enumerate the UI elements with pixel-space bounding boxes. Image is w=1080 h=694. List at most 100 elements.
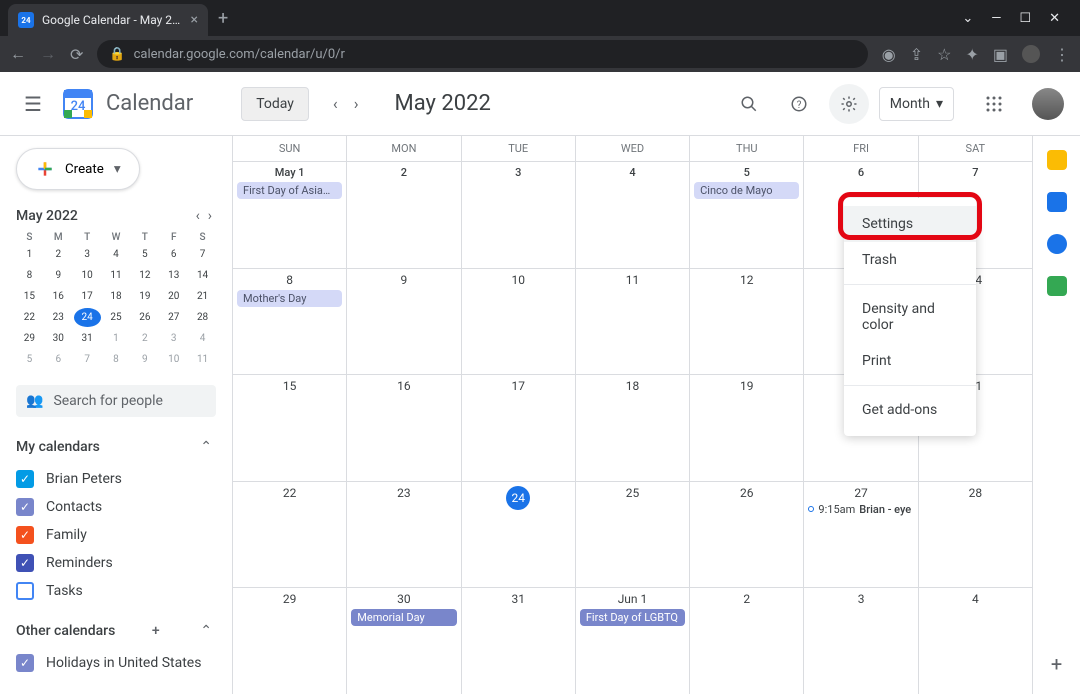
mini-day[interactable]: 4 [189,329,216,348]
search-people-input[interactable]: 👥 Search for people [16,385,216,417]
event-chip[interactable]: Cinco de Mayo [694,182,799,199]
mini-day[interactable]: 12 [131,266,158,285]
mini-day[interactable]: 30 [45,329,72,348]
today-button[interactable]: Today [241,87,309,121]
collapse-icon[interactable]: ⌃ [196,439,216,455]
day-cell[interactable]: 5Cinco de Mayo [689,162,803,268]
mini-day[interactable]: 13 [160,266,187,285]
mini-day[interactable]: 28 [189,308,216,327]
day-cell[interactable]: 26 [689,482,803,588]
mini-day[interactable]: 31 [74,329,101,348]
event-chip[interactable]: Mother's Day [237,290,342,307]
mini-day[interactable]: 25 [103,308,130,327]
day-cell[interactable]: 9 [346,269,460,375]
mini-day[interactable]: 21 [189,287,216,306]
mini-day[interactable]: 27 [160,308,187,327]
day-cell[interactable]: 4 [575,162,689,268]
mini-day[interactable]: 6 [45,350,72,369]
menu-item-print[interactable]: Print [844,343,976,379]
keep-icon[interactable] [1047,150,1067,170]
calendar-item[interactable]: ✓Family [16,521,216,549]
reload-button[interactable]: ⟳ [70,45,83,64]
day-cell[interactable]: 16 [346,375,460,481]
other-calendars-header[interactable]: Other calendars + ⌃ [16,623,216,639]
day-cell[interactable]: 3 [461,162,575,268]
menu-icon[interactable]: ⋮ [1054,45,1070,64]
create-button[interactable]: Create ▾ [16,148,140,190]
panel-icon[interactable]: ▣ [993,45,1008,64]
forward-button[interactable]: → [40,44,56,64]
day-cell[interactable]: 22 [232,482,346,588]
new-tab-button[interactable]: + [218,8,228,29]
mini-day[interactable]: 29 [16,329,43,348]
add-addon-button[interactable]: + [1051,652,1062,676]
mini-day[interactable]: 9 [45,266,72,285]
day-cell[interactable]: 18 [575,375,689,481]
day-cell[interactable]: 3 [803,588,917,694]
star-icon[interactable]: ☆ [937,45,951,64]
event-chip[interactable]: Memorial Day [351,609,456,626]
day-cell[interactable]: 28 [918,482,1032,588]
mini-day[interactable]: 1 [103,329,130,348]
event-chip[interactable]: First Day of LGBTQ [580,609,685,626]
tab-close-icon[interactable]: × [191,12,198,28]
checkbox[interactable]: ✓ [16,554,34,572]
add-calendar-button[interactable]: + [148,623,164,639]
day-cell[interactable]: 23 [346,482,460,588]
eye-icon[interactable]: ◉ [882,45,896,64]
next-month-button[interactable]: › [348,88,365,119]
mini-day[interactable]: 7 [189,245,216,264]
mini-day[interactable]: 6 [160,245,187,264]
google-apps-button[interactable] [974,84,1014,124]
mini-day[interactable]: 14 [189,266,216,285]
mini-day[interactable]: 11 [189,350,216,369]
calendar-item[interactable]: ✓Contacts [16,493,216,521]
day-cell[interactable]: 24 [461,482,575,588]
mini-day[interactable]: 7 [74,350,101,369]
calendar-item[interactable]: Tasks [16,577,216,605]
mini-day[interactable]: 3 [160,329,187,348]
main-menu-button[interactable]: ☰ [16,84,50,124]
back-button[interactable]: ← [10,44,26,64]
share-icon[interactable]: ⇪ [910,45,923,64]
day-cell[interactable]: May 1First Day of Asian P [232,162,346,268]
collapse-icon[interactable]: ⌃ [196,623,216,639]
calendar-item[interactable]: ✓Reminders [16,549,216,577]
menu-item-density[interactable]: Density and color [844,291,976,343]
day-cell[interactable]: 4 [918,588,1032,694]
url-input[interactable]: 🔒 calendar.google.com/calendar/u/0/r [97,40,867,68]
contacts-icon[interactable] [1047,234,1067,254]
mini-day[interactable]: 11 [103,266,130,285]
mini-day[interactable]: 26 [131,308,158,327]
window-dropdown-icon[interactable]: ⌄ [962,11,973,26]
mini-day[interactable]: 22 [16,308,43,327]
mini-day[interactable]: 8 [16,266,43,285]
mini-day[interactable]: 16 [45,287,72,306]
mini-day[interactable]: 3 [74,245,101,264]
event-chip[interactable]: First Day of Asian P [237,182,342,199]
day-cell[interactable]: 279:15amBrian - eye [803,482,917,588]
mini-next-button[interactable]: › [204,208,216,224]
mini-day[interactable]: 2 [45,245,72,264]
mini-day[interactable]: 5 [131,245,158,264]
day-cell[interactable]: 12 [689,269,803,375]
mini-day[interactable]: 24 [74,308,101,327]
window-minimize-icon[interactable]: — [991,11,1001,26]
menu-item-addons[interactable]: Get add-ons [844,392,976,428]
extensions-icon[interactable]: ✦ [965,45,978,64]
day-cell[interactable]: Jun 1First Day of LGBTQ [575,588,689,694]
mini-day[interactable]: 18 [103,287,130,306]
window-maximize-icon[interactable]: ☐ [1019,11,1031,26]
app-logo[interactable]: 24 Calendar [58,84,193,124]
mini-day[interactable]: 23 [45,308,72,327]
mini-day[interactable]: 2 [131,329,158,348]
day-cell[interactable]: 31 [461,588,575,694]
my-calendars-header[interactable]: My calendars ⌃ [16,439,216,455]
search-button[interactable] [729,84,769,124]
day-cell[interactable]: 15 [232,375,346,481]
mini-day[interactable]: 9 [131,350,158,369]
checkbox[interactable]: ✓ [16,498,34,516]
checkbox[interactable] [16,582,34,600]
mini-calendar[interactable]: SMTWTFS123456789101112131415161718192021… [16,232,216,369]
prev-month-button[interactable]: ‹ [327,88,344,119]
